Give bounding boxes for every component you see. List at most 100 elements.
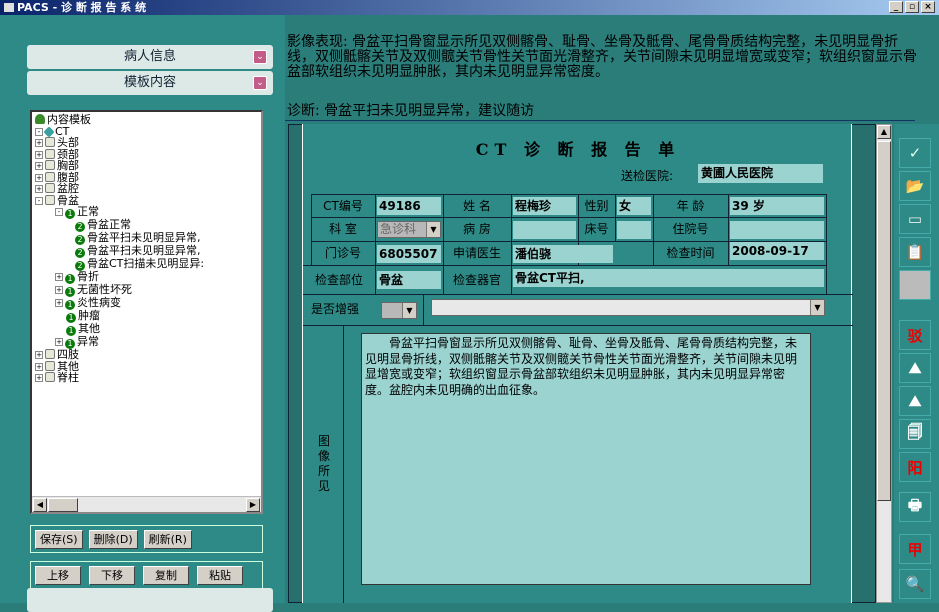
enhance-detail-select[interactable]: ▼ xyxy=(431,299,825,316)
tree-horizontal-scrollbar[interactable]: ◀ ▶ xyxy=(32,496,261,512)
blank-tool-icon[interactable] xyxy=(899,270,931,300)
tree-node-tumor[interactable]: 1 肿瘤 xyxy=(35,310,258,323)
paste-button[interactable]: 粘贴 xyxy=(197,565,243,585)
move-up-button[interactable]: 上移 xyxy=(35,565,81,585)
tree-node-normal[interactable]: -1 正常 xyxy=(35,206,258,219)
expand-icon[interactable]: + xyxy=(35,362,43,371)
folder-icon xyxy=(45,160,55,170)
image-a-icon[interactable]: ⛰ xyxy=(899,353,931,383)
collapse-icon[interactable]: - xyxy=(35,127,43,136)
clipboard-icon[interactable]: 📋 xyxy=(899,237,931,267)
tree-node-spine[interactable]: + 脊柱 xyxy=(35,372,258,384)
tree-node-pelvis[interactable]: - 骨盆 xyxy=(35,194,258,207)
expand-icon[interactable]: + xyxy=(35,351,43,359)
ct-no-value[interactable]: 49186 xyxy=(377,197,441,215)
reject-button[interactable]: 驳 xyxy=(899,320,931,350)
copy-button[interactable]: 复制 xyxy=(143,565,189,585)
expand-icon[interactable]: + xyxy=(35,139,43,147)
tree-node-inflammation[interactable]: +1 炎性病变 xyxy=(35,297,258,310)
department-select[interactable]: 急诊科 ▼ xyxy=(377,221,441,238)
scroll-thumb[interactable] xyxy=(48,498,78,512)
positive-button[interactable]: 阳 xyxy=(899,452,931,482)
inpatient-no-value[interactable] xyxy=(730,221,824,239)
department-label: 科 室 xyxy=(329,222,357,236)
chevron-down-icon[interactable]: ▼ xyxy=(426,222,440,237)
grid-line xyxy=(303,294,853,295)
title-bar: PACS - 诊 断 报 告 系 统 _ ▫ × xyxy=(0,0,939,15)
ct-report-form: CT 诊 断 报 告 单 送检医院: 黄圃人民医院 CT编号 49186 姓 名… xyxy=(302,124,853,603)
grade-a-button[interactable]: 甲 xyxy=(899,534,931,564)
scroll-thumb[interactable] xyxy=(877,141,891,501)
minimize-button[interactable]: _ xyxy=(889,1,903,13)
expand-icon[interactable]: + xyxy=(35,374,43,382)
tree-node-other[interactable]: 1 其他 xyxy=(35,323,258,336)
delete-button[interactable]: 删除(D) xyxy=(88,529,138,549)
maximize-button[interactable]: ▫ xyxy=(905,1,919,13)
template-content-panel-button[interactable]: 模板内容 ⌄ xyxy=(27,71,273,95)
hospital-value[interactable]: 黄圃人民医院 xyxy=(698,164,823,183)
close-button[interactable]: × xyxy=(921,1,935,13)
expand-icon[interactable]: + xyxy=(35,150,43,159)
report-vertical-scrollbar[interactable]: ▲ xyxy=(876,124,892,603)
open-folder-icon[interactable]: 📂 xyxy=(899,171,931,201)
folder-icon xyxy=(45,137,55,147)
grid-line xyxy=(343,325,344,603)
patient-info-panel-button[interactable]: 病人信息 ⌄ xyxy=(27,45,273,69)
sex-label: 性别 xyxy=(584,199,609,213)
collapse-icon[interactable]: - xyxy=(55,208,63,216)
move-down-button[interactable]: 下移 xyxy=(89,565,135,585)
expand-icon[interactable]: + xyxy=(55,273,63,281)
age-label: 年 龄 xyxy=(676,199,705,213)
refresh-button[interactable]: 刷新(R) xyxy=(143,529,192,549)
expand-icon[interactable]: ⌄ xyxy=(253,50,267,64)
exam-part-value[interactable]: 骨盆 xyxy=(377,271,441,289)
window-title: PACS - 诊 断 报 告 系 统 xyxy=(17,1,147,14)
search-document-icon[interactable]: 🔍 xyxy=(899,569,931,599)
expand-icon[interactable]: + xyxy=(35,185,43,193)
findings-label: 图像所见 xyxy=(318,434,331,493)
chevron-down-icon[interactable]: ▼ xyxy=(402,303,416,318)
sex-value[interactable]: 女 xyxy=(617,197,651,215)
findings-textarea[interactable]: 骨盆平扫骨窗显示所见双侧髂骨、耻骨、坐骨及骶骨、尾骨骨质结构完整，未见明显骨折线… xyxy=(361,333,811,585)
age-value[interactable]: 39 岁 xyxy=(730,197,824,215)
grid-line xyxy=(615,194,616,242)
approve-icon[interactable]: ✓ xyxy=(899,138,931,168)
printer-icon[interactable]: 🖶 xyxy=(899,492,931,522)
tree-leaf[interactable]: 2 骨盆CT扫描未见明显异: xyxy=(35,258,258,271)
requesting-doctor-value[interactable]: 潘伯骁 xyxy=(513,245,613,263)
chevron-down-icon[interactable]: ▼ xyxy=(810,300,824,315)
expand-icon[interactable]: + xyxy=(35,173,43,182)
folder-icon xyxy=(45,360,55,371)
expand-icon[interactable]: + xyxy=(55,299,63,307)
tree-move-row: 上移 下移 复制 粘贴 xyxy=(30,561,263,589)
save-button[interactable]: 保存(S) xyxy=(35,529,83,549)
green-node-icon: 1 xyxy=(66,313,76,323)
scroll-right-arrow-icon[interactable]: ▶ xyxy=(246,498,260,512)
folder-icon xyxy=(45,194,55,205)
divider xyxy=(285,120,915,121)
scroll-left-arrow-icon[interactable]: ◀ xyxy=(33,498,47,512)
green-node-icon: 2 xyxy=(75,235,85,245)
expand-icon[interactable]: + xyxy=(55,338,63,346)
expand-icon[interactable]: + xyxy=(55,286,63,294)
ward-value[interactable] xyxy=(513,221,576,239)
grid-line xyxy=(303,325,853,326)
scroll-up-arrow-icon[interactable]: ▲ xyxy=(877,125,891,139)
collapse-icon[interactable]: - xyxy=(35,196,43,205)
tree-node-necrosis[interactable]: +1 无菌性坏死 xyxy=(35,284,258,297)
exam-organ-value[interactable]: 骨盆CT平扫, xyxy=(513,269,824,287)
image-b-icon[interactable]: ⛰ xyxy=(899,386,931,416)
name-value[interactable]: 程梅珍 xyxy=(513,197,576,215)
outpatient-no-value[interactable]: 6805507 xyxy=(377,245,441,263)
exam-time-value[interactable]: 2008-09-17 xyxy=(730,242,824,260)
inpatient-no-label: 住院号 xyxy=(672,222,709,236)
expand-icon[interactable]: + xyxy=(35,162,43,170)
enhance-select[interactable]: ▼ xyxy=(381,302,417,319)
print-preview-icon[interactable]: ▭ xyxy=(899,204,931,234)
document-stack-icon[interactable]: 🗐 xyxy=(899,419,931,449)
bed-value[interactable] xyxy=(617,221,651,239)
collapsed-panel[interactable] xyxy=(27,588,273,612)
tree-node-fracture[interactable]: +1 骨折 xyxy=(35,271,258,284)
template-tree[interactable]: 内容模板 - CT + 头部 + 颈部 + 胸部 + 腹部 + 盆腔 - 骨盆 -1 正常 2骨… xyxy=(30,110,263,514)
expand-icon[interactable]: ⌄ xyxy=(253,76,267,90)
